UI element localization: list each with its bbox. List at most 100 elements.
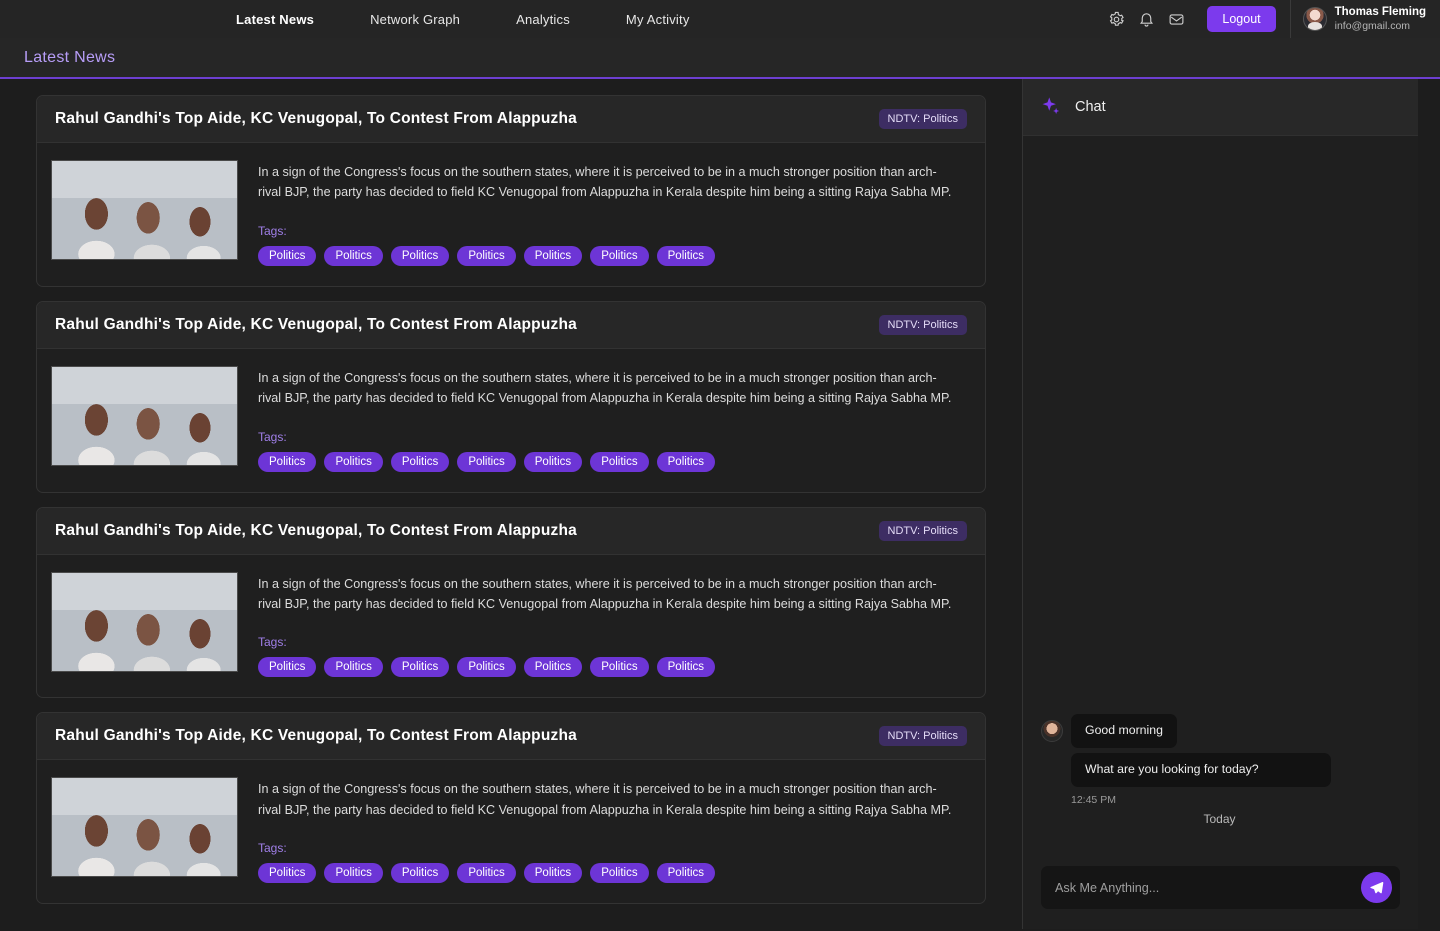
tag-pill[interactable]: Politics xyxy=(523,451,583,472)
tag-pill[interactable]: Politics xyxy=(590,657,649,678)
tag-list: Politics Politics Politics Politics Poli… xyxy=(258,657,967,678)
chat-title: Chat xyxy=(1075,99,1106,115)
top-navigation-bar: Latest News Network Graph Analytics My A… xyxy=(0,0,1440,38)
status-badge: NDTV: Politics xyxy=(878,726,967,747)
logout-button[interactable]: Logout xyxy=(1207,6,1276,32)
tag-pill[interactable]: Politics xyxy=(390,657,450,678)
chat-input-area xyxy=(1023,854,1418,929)
tag-list: Politics Politics Politics Politics Poli… xyxy=(258,451,967,472)
nav-links: Latest News Network Graph Analytics My A… xyxy=(208,12,718,27)
tag-pill[interactable]: Politics xyxy=(590,245,649,266)
news-thumbnail-image xyxy=(51,571,238,672)
news-card-title: Rahul Gandhi's Top Aide, KC Venugopal, T… xyxy=(55,521,577,539)
tag-pill[interactable]: Politics xyxy=(258,863,317,884)
tags-label: Tags: xyxy=(258,635,287,650)
news-card-header: Rahul Gandhi's Top Aide, KC Venugopal, T… xyxy=(37,713,985,761)
page-title-bar: Latest News xyxy=(0,38,1440,79)
sparkle-icon xyxy=(1042,97,1060,114)
news-thumbnail-image xyxy=(51,160,238,260)
tags-label: Tags: xyxy=(258,841,287,856)
tag-pill[interactable]: Politics xyxy=(523,245,583,266)
news-thumbnail-image xyxy=(51,777,238,878)
tags-label: Tags: xyxy=(258,223,287,238)
tag-pill[interactable]: Politics xyxy=(590,451,649,472)
news-description: In a sign of the Congress's focus on the… xyxy=(258,576,952,611)
nav-item-latest-news[interactable]: Latest News xyxy=(208,12,342,27)
avatar xyxy=(1302,7,1327,31)
status-badge: NDTV: Politics xyxy=(878,314,967,335)
nav-item-network-graph[interactable]: Network Graph xyxy=(342,12,488,27)
chat-timestamp: 12:45 PM xyxy=(1071,793,1116,806)
chat-input[interactable] xyxy=(1055,880,1361,895)
tag-pill[interactable]: Politics xyxy=(656,451,716,472)
news-card-body: In a sign of the Congress's focus on the… xyxy=(37,555,985,698)
tag-pill[interactable]: Politics xyxy=(523,657,583,678)
news-card-content: In a sign of the Congress's focus on the… xyxy=(258,160,967,266)
news-feed-list: Rahul Gandhi's Top Aide, KC Venugopal, T… xyxy=(0,79,1022,929)
news-card-header: Rahul Gandhi's Top Aide, KC Venugopal, T… xyxy=(37,301,985,349)
gear-icon[interactable] xyxy=(1101,4,1131,34)
news-description: In a sign of the Congress's focus on the… xyxy=(258,165,952,200)
send-icon xyxy=(1370,881,1384,894)
news-card[interactable]: Rahul Gandhi's Top Aide, KC Venugopal, T… xyxy=(36,712,986,905)
tag-pill[interactable]: Politics xyxy=(656,657,716,678)
tag-pill[interactable]: Politics xyxy=(258,245,317,266)
tag-pill[interactable]: Politics xyxy=(523,863,583,884)
tag-pill[interactable]: Politics xyxy=(590,863,649,884)
news-card[interactable]: Rahul Gandhi's Top Aide, KC Venugopal, T… xyxy=(36,506,986,699)
news-thumbnail-image xyxy=(51,365,238,466)
tag-pill[interactable]: Politics xyxy=(457,657,516,678)
news-card-body: In a sign of the Congress's focus on the… xyxy=(37,349,985,492)
news-card[interactable]: Rahul Gandhi's Top Aide, KC Venugopal, T… xyxy=(36,95,986,287)
tag-pill[interactable]: Politics xyxy=(324,451,383,472)
user-email: info@gmail.com xyxy=(1334,19,1411,32)
user-name: Thomas Fleming xyxy=(1334,6,1426,19)
tag-pill[interactable]: Politics xyxy=(390,451,450,472)
tag-pill[interactable]: Politics xyxy=(390,245,450,266)
top-bar-right-cluster: Logout Thomas Fleming info@gmail.com xyxy=(1101,0,1440,38)
tag-pill[interactable]: Politics xyxy=(324,245,383,266)
news-card-title: Rahul Gandhi's Top Aide, KC Venugopal, T… xyxy=(55,727,577,745)
chat-input-box xyxy=(1041,866,1400,909)
chat-message-incoming: Good morning xyxy=(1041,714,1398,748)
page-title: Latest News xyxy=(24,48,116,66)
chat-avatar xyxy=(1041,720,1063,742)
tag-list: Politics Politics Politics Politics Poli… xyxy=(258,863,967,884)
news-card-body: In a sign of the Congress's focus on the… xyxy=(37,143,985,286)
bell-icon[interactable] xyxy=(1131,4,1161,34)
tag-pill[interactable]: Politics xyxy=(457,245,516,266)
chat-panel-header: Chat xyxy=(1023,79,1418,136)
tag-pill[interactable]: Politics xyxy=(258,451,317,472)
user-info: Thomas Fleming info@gmail.com xyxy=(1335,5,1426,33)
news-card-header: Rahul Gandhi's Top Aide, KC Venugopal, T… xyxy=(37,507,985,555)
news-card-title: Rahul Gandhi's Top Aide, KC Venugopal, T… xyxy=(55,315,577,333)
chat-panel: Chat Good morning What are you looking f… xyxy=(1022,79,1418,929)
news-card-content: In a sign of the Congress's focus on the… xyxy=(258,572,967,678)
user-profile-menu[interactable]: Thomas Fleming info@gmail.com xyxy=(1291,5,1440,33)
chat-bubble-text: Good morning xyxy=(1071,714,1177,748)
news-card[interactable]: Rahul Gandhi's Top Aide, KC Venugopal, T… xyxy=(36,300,986,493)
nav-item-my-activity[interactable]: My Activity xyxy=(598,12,718,27)
news-card-header: Rahul Gandhi's Top Aide, KC Venugopal, T… xyxy=(37,96,985,143)
tag-pill[interactable]: Politics xyxy=(390,863,450,884)
status-badge: NDTV: Politics xyxy=(878,520,967,541)
news-card-content: In a sign of the Congress's focus on the… xyxy=(258,777,967,884)
news-card-body: In a sign of the Congress's focus on the… xyxy=(37,760,985,903)
tag-pill[interactable]: Politics xyxy=(324,863,383,884)
send-button[interactable] xyxy=(1361,872,1392,903)
tag-pill[interactable]: Politics xyxy=(324,657,383,678)
tag-pill[interactable]: Politics xyxy=(656,245,716,266)
nav-item-analytics[interactable]: Analytics xyxy=(488,12,598,27)
tag-list: Politics Politics Politics Politics Poli… xyxy=(258,245,967,266)
news-description: In a sign of the Congress's focus on the… xyxy=(258,370,952,406)
news-card-content: In a sign of the Congress's focus on the… xyxy=(258,366,967,472)
tag-pill[interactable]: Politics xyxy=(457,863,516,884)
chat-message-list[interactable]: Good morning What are you looking for to… xyxy=(1023,136,1418,854)
mail-icon[interactable] xyxy=(1161,4,1191,34)
page-body: Rahul Gandhi's Top Aide, KC Venugopal, T… xyxy=(0,79,1440,929)
tag-pill[interactable]: Politics xyxy=(656,863,716,884)
chat-day-separator: Today xyxy=(1203,811,1236,826)
tag-pill[interactable]: Politics xyxy=(457,451,516,472)
news-card-title: Rahul Gandhi's Top Aide, KC Venugopal, T… xyxy=(55,110,577,127)
tag-pill[interactable]: Politics xyxy=(258,657,317,678)
